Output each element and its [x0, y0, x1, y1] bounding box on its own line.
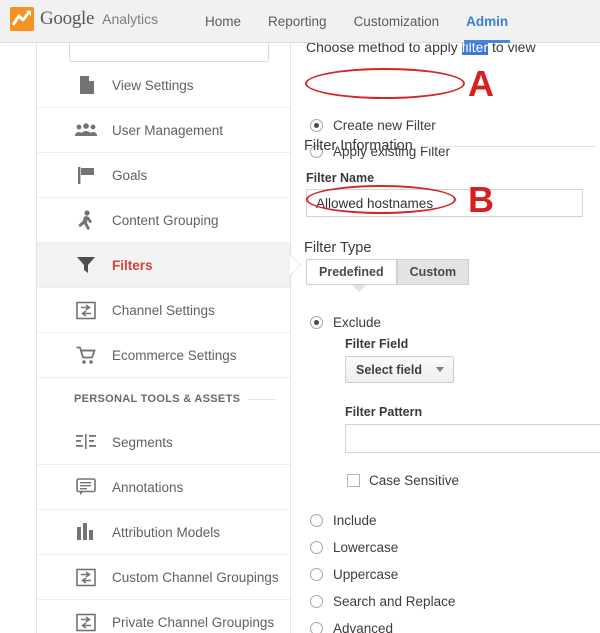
filter-field-select[interactable]: Select field	[345, 356, 454, 383]
filter-pattern-label: Filter Pattern	[345, 405, 423, 419]
sidebar-item-private-channel-groupings[interactable]: Private Channel Groupings	[37, 600, 290, 633]
radio-button-icon[interactable]	[310, 541, 323, 554]
filter-name-label: Filter Name	[306, 171, 375, 185]
nav-item-customization[interactable]: Customization	[354, 0, 440, 43]
radio-button-icon[interactable]	[310, 316, 323, 329]
sidebar-item-label: Goals	[112, 167, 148, 183]
sidebar-item-label: Segments	[112, 434, 173, 450]
radio-label: Search and Replace	[333, 594, 456, 609]
logo-brand-text: Google	[40, 8, 95, 29]
filter-field-selected-value: Select field	[356, 362, 422, 377]
radio-button-icon[interactable]	[310, 595, 323, 608]
document-icon	[74, 74, 98, 96]
sidebar-item-label: Annotations	[112, 479, 184, 495]
radio-label: Create new Filter	[333, 118, 436, 133]
radio-label: Lowercase	[333, 540, 399, 555]
shopping-cart-icon	[74, 344, 98, 366]
sidebar-item-user-management[interactable]: User Management	[37, 108, 290, 153]
filter-field-label: Filter Field	[345, 337, 409, 351]
segments-icon	[74, 431, 98, 453]
selected-item-pointer	[290, 255, 300, 275]
channel-arrows-icon	[74, 611, 98, 633]
active-tab-caret-icon	[352, 285, 366, 292]
app-window: Google Analytics Home Reporting Customiz…	[0, 0, 600, 633]
nav-item-home[interactable]: Home	[205, 0, 241, 43]
radio-button-icon[interactable]	[310, 119, 323, 132]
tab-custom[interactable]: Custom	[396, 259, 470, 285]
sidebar-item-label: Ecommerce Settings	[112, 347, 237, 363]
sidebar-item-view-settings[interactable]: View Settings	[37, 63, 290, 108]
radio-button-icon[interactable]	[310, 568, 323, 581]
filter-settings-panel: Choose method to apply filter to view Cr…	[292, 39, 600, 633]
section-title: Filter Information	[304, 138, 413, 154]
filter-type-label: Filter Type	[304, 240, 372, 256]
sidebar-item-segments[interactable]: Segments	[37, 420, 290, 465]
top-header: Google Analytics Home Reporting Customiz…	[0, 0, 600, 43]
sidebar-item-annotations[interactable]: Annotations	[37, 465, 290, 510]
sidebar-item-channel-settings[interactable]: Channel Settings	[37, 288, 290, 333]
radio-label: Exclude	[333, 315, 382, 330]
sidebar-item-content-grouping[interactable]: Content Grouping	[37, 198, 290, 243]
channel-arrows-icon	[74, 566, 98, 588]
sidebar-item-label: View Settings	[112, 77, 194, 93]
sidebar-item-goals[interactable]: Goals	[37, 153, 290, 198]
radio-exclude[interactable]: Exclude	[310, 315, 381, 330]
radio-advanced[interactable]: Advanced	[310, 621, 393, 633]
analytics-logo-icon	[10, 7, 34, 31]
channel-arrows-icon	[74, 299, 98, 321]
sidebar-section-personal-tools: PERSONAL TOOLS & ASSETS	[37, 378, 290, 420]
tab-predefined[interactable]: Predefined	[306, 259, 397, 285]
nav-item-admin[interactable]: Admin	[464, 0, 511, 43]
sidebar-item-label: Channel Settings	[112, 302, 215, 318]
sidebar-item-ecommerce-settings[interactable]: Ecommerce Settings	[37, 333, 290, 378]
chevron-down-icon	[436, 367, 444, 372]
filter-information-section-header: Filter Information	[304, 138, 596, 154]
top-navigation: Home Reporting Customization Admin	[205, 0, 511, 43]
filter-name-input[interactable]	[306, 189, 583, 217]
sidebar-item-custom-channel-groupings[interactable]: Custom Channel Groupings	[37, 555, 290, 600]
radio-button-icon[interactable]	[310, 514, 323, 527]
sidebar-item-label: User Management	[112, 122, 224, 138]
person-walking-icon	[74, 209, 98, 231]
sidebar-item-label: Filters	[112, 257, 153, 273]
sidebar-item-filters[interactable]: Filters	[37, 243, 300, 288]
radio-label: Advanced	[333, 621, 394, 633]
flag-icon	[74, 164, 98, 186]
funnel-icon	[74, 254, 98, 276]
radio-uppercase[interactable]: Uppercase	[310, 567, 398, 582]
radio-include[interactable]: Include	[310, 513, 377, 528]
section-divider	[421, 145, 596, 147]
logo-product-text: Analytics	[102, 11, 159, 27]
sidebar-item-label: Attribution Models	[112, 524, 221, 540]
filter-pattern-input[interactable]	[345, 424, 600, 453]
checkbox-icon[interactable]	[347, 474, 360, 487]
radio-button-icon[interactable]	[310, 622, 323, 633]
radio-label: Uppercase	[333, 567, 399, 582]
radio-search-and-replace[interactable]: Search and Replace	[310, 594, 455, 609]
google-analytics-logo[interactable]: Google Analytics	[10, 7, 158, 31]
section-divider	[248, 398, 276, 400]
sidebar-item-label: Content Grouping	[112, 212, 219, 228]
people-icon	[74, 119, 98, 141]
sidebar-item-label: Custom Channel Groupings	[112, 569, 279, 585]
bar-chart-icon	[74, 521, 98, 543]
radio-label: Include	[333, 513, 377, 528]
comment-icon	[74, 476, 98, 498]
sidebar-menu: View Settings User Management Goals Cont…	[37, 63, 300, 633]
sidebar-section-label: PERSONAL TOOLS & ASSETS	[74, 393, 241, 405]
filter-type-tabs: Predefined Custom	[306, 259, 470, 292]
radio-create-new-filter[interactable]: Create new Filter	[310, 118, 436, 133]
case-sensitive-checkbox-row[interactable]: Case Sensitive	[347, 473, 459, 488]
radio-lowercase[interactable]: Lowercase	[310, 540, 398, 555]
checkbox-label: Case Sensitive	[369, 473, 460, 488]
sidebar-item-label: Private Channel Groupings	[112, 614, 275, 630]
nav-item-reporting[interactable]: Reporting	[268, 0, 327, 43]
sidebar-item-attribution-models[interactable]: Attribution Models	[37, 510, 290, 555]
admin-sidebar: View Settings User Management Goals Cont…	[36, 36, 300, 633]
